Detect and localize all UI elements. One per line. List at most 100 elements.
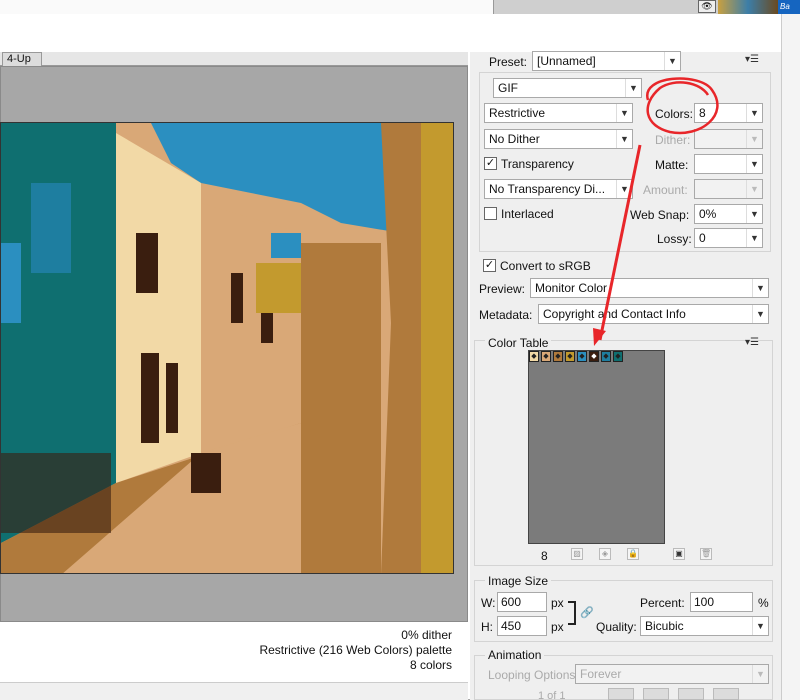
color-table-title: Color Table (485, 336, 552, 350)
layer-thumbnail[interactable] (718, 0, 778, 14)
metadata-label: Metadata: (479, 308, 533, 322)
dither-amount-field: ▼ (694, 129, 763, 149)
chevron-down-icon: ▼ (616, 130, 632, 148)
convert-srgb-label: Convert to sRGB (500, 259, 591, 273)
first-frame-button[interactable] (608, 688, 634, 700)
preview-value: Monitor Color (535, 281, 608, 295)
chevron-down-icon: ▼ (746, 155, 762, 173)
preset-value: [Unnamed] (537, 54, 596, 68)
palette-info: Restrictive (216 Web Colors) palette (259, 643, 452, 657)
width-label: W: (481, 596, 496, 610)
percent-input[interactable]: 100 (690, 592, 753, 612)
percent-unit: % (758, 596, 769, 610)
metadata-value: Copyright and Contact Info (543, 307, 686, 321)
web-snap-dropdown[interactable]: 0% ▼ (694, 204, 763, 224)
looping-label: Looping Options: (488, 668, 579, 682)
lossy-label: Lossy: (657, 232, 692, 246)
chevron-down-icon: ▼ (625, 79, 641, 97)
layer-name-tag[interactable]: Ba (778, 0, 800, 14)
chevron-down-icon: ▼ (746, 130, 762, 148)
dialog-header (0, 14, 781, 52)
web-shift-icon[interactable]: ◈ (599, 548, 611, 560)
lock-color-icon[interactable]: 🔒 (627, 548, 639, 560)
quality-value: Bicubic (645, 619, 684, 633)
view-tabs (0, 52, 468, 66)
add-color-icon[interactable]: ▣ (673, 548, 685, 560)
color-swatch[interactable]: ◆ (565, 351, 575, 362)
preset-dropdown[interactable]: [Unnamed] ▼ (532, 51, 681, 71)
chevron-down-icon: ▼ (746, 180, 762, 198)
quality-dropdown[interactable]: Bicubic ▼ (640, 616, 769, 636)
frame-controls: 1 of 1 (478, 688, 768, 700)
colors-value: 8 (699, 106, 706, 120)
matte-label: Matte: (655, 158, 689, 172)
transparency-label: Transparency (501, 157, 574, 171)
preview-info: 0% dither Restrictive (216 Web Colors) p… (0, 622, 468, 682)
amount-label: Amount: (643, 183, 688, 197)
preview-label: Preview: (479, 282, 526, 296)
colors-info: 8 colors (409, 658, 452, 672)
animation-title: Animation (485, 648, 545, 662)
looping-dropdown: Forever ▼ (575, 664, 769, 684)
trash-icon[interactable]: 🗑 (700, 548, 712, 560)
looping-value: Forever (580, 667, 622, 681)
color-swatch[interactable]: ◆ (577, 351, 587, 362)
lossy-dropdown[interactable]: 0 ▼ (694, 228, 763, 248)
reduction-dropdown[interactable]: Restrictive ▼ (484, 103, 633, 123)
transparency-checkbox[interactable]: ✓ (484, 157, 497, 170)
chevron-down-icon: ▼ (752, 665, 768, 683)
chevron-down-icon: ▼ (664, 52, 680, 70)
format-dropdown[interactable]: GIF ▼ (493, 78, 642, 98)
color-count: 8 (541, 549, 548, 563)
dither-dropdown[interactable]: No Dither ▼ (484, 129, 633, 149)
dither-value: No Dither (489, 132, 540, 146)
reduction-value: Restrictive (489, 106, 546, 120)
transparency-dither-value: No Transparency Di... (489, 182, 606, 196)
color-swatch[interactable]: ◆ (529, 351, 539, 362)
interlaced-checkbox[interactable] (484, 207, 497, 220)
color-swatch[interactable]: ◆ (601, 351, 611, 362)
chevron-down-icon: ▼ (752, 617, 768, 635)
colors-label: Colors: (655, 107, 694, 121)
percent-label: Percent: (640, 596, 685, 610)
frame-counter: 1 of 1 (538, 690, 566, 700)
web-snap-label: Web Snap: (630, 208, 690, 222)
prev-frame-button[interactable] (643, 688, 669, 700)
panel-menu-icon[interactable]: ▾☰ (745, 54, 759, 65)
color-table-grid[interactable] (528, 350, 665, 544)
color-swatch[interactable]: ◆ (553, 351, 563, 362)
tab-4-up[interactable]: 4-Up (2, 52, 42, 66)
amount-field: ▼ (694, 179, 763, 199)
matte-dropdown[interactable]: ▼ (694, 154, 763, 174)
chevron-down-icon: ▼ (752, 305, 768, 323)
metadata-dropdown[interactable]: Copyright and Contact Info ▼ (538, 304, 769, 324)
transparency-dither-dropdown[interactable]: No Transparency Di... ▼ (484, 179, 633, 199)
color-table-menu-icon[interactable]: ▾☰ (745, 337, 759, 348)
width-input[interactable]: 600 (497, 592, 547, 612)
web-snap-value: 0% (699, 207, 717, 221)
height-input[interactable]: 450 (497, 616, 547, 636)
image-size-title: Image Size (485, 574, 552, 588)
dither-info: 0% dither (401, 628, 452, 642)
map-to-transparent-icon[interactable]: ▨ (571, 548, 583, 560)
color-swatch[interactable]: ◆ (541, 351, 551, 362)
convert-srgb-checkbox[interactable]: ✓ (483, 259, 496, 272)
preset-label: Preset: (489, 55, 528, 69)
width-unit: px (551, 596, 564, 610)
color-swatch[interactable]: ◆ (589, 351, 599, 362)
link-icon[interactable]: 🔗 (580, 606, 594, 619)
chevron-down-icon: ▼ (746, 104, 762, 122)
height-label: H: (481, 620, 493, 634)
chevron-down-icon: ▼ (746, 229, 762, 247)
chevron-down-icon: ▼ (616, 180, 632, 198)
color-swatch[interactable]: ◆ (613, 351, 623, 362)
interlaced-label: Interlaced (501, 207, 554, 221)
chevron-down-icon: ▼ (746, 205, 762, 223)
preview-dropdown[interactable]: Monitor Color ▼ (530, 278, 769, 298)
colors-dropdown[interactable]: 8 ▼ (694, 103, 763, 123)
next-frame-button[interactable] (713, 688, 739, 700)
play-button[interactable] (678, 688, 704, 700)
preview-image[interactable] (0, 122, 454, 574)
chevron-down-icon: ▼ (752, 279, 768, 297)
eye-icon[interactable]: 👁 (698, 0, 716, 13)
